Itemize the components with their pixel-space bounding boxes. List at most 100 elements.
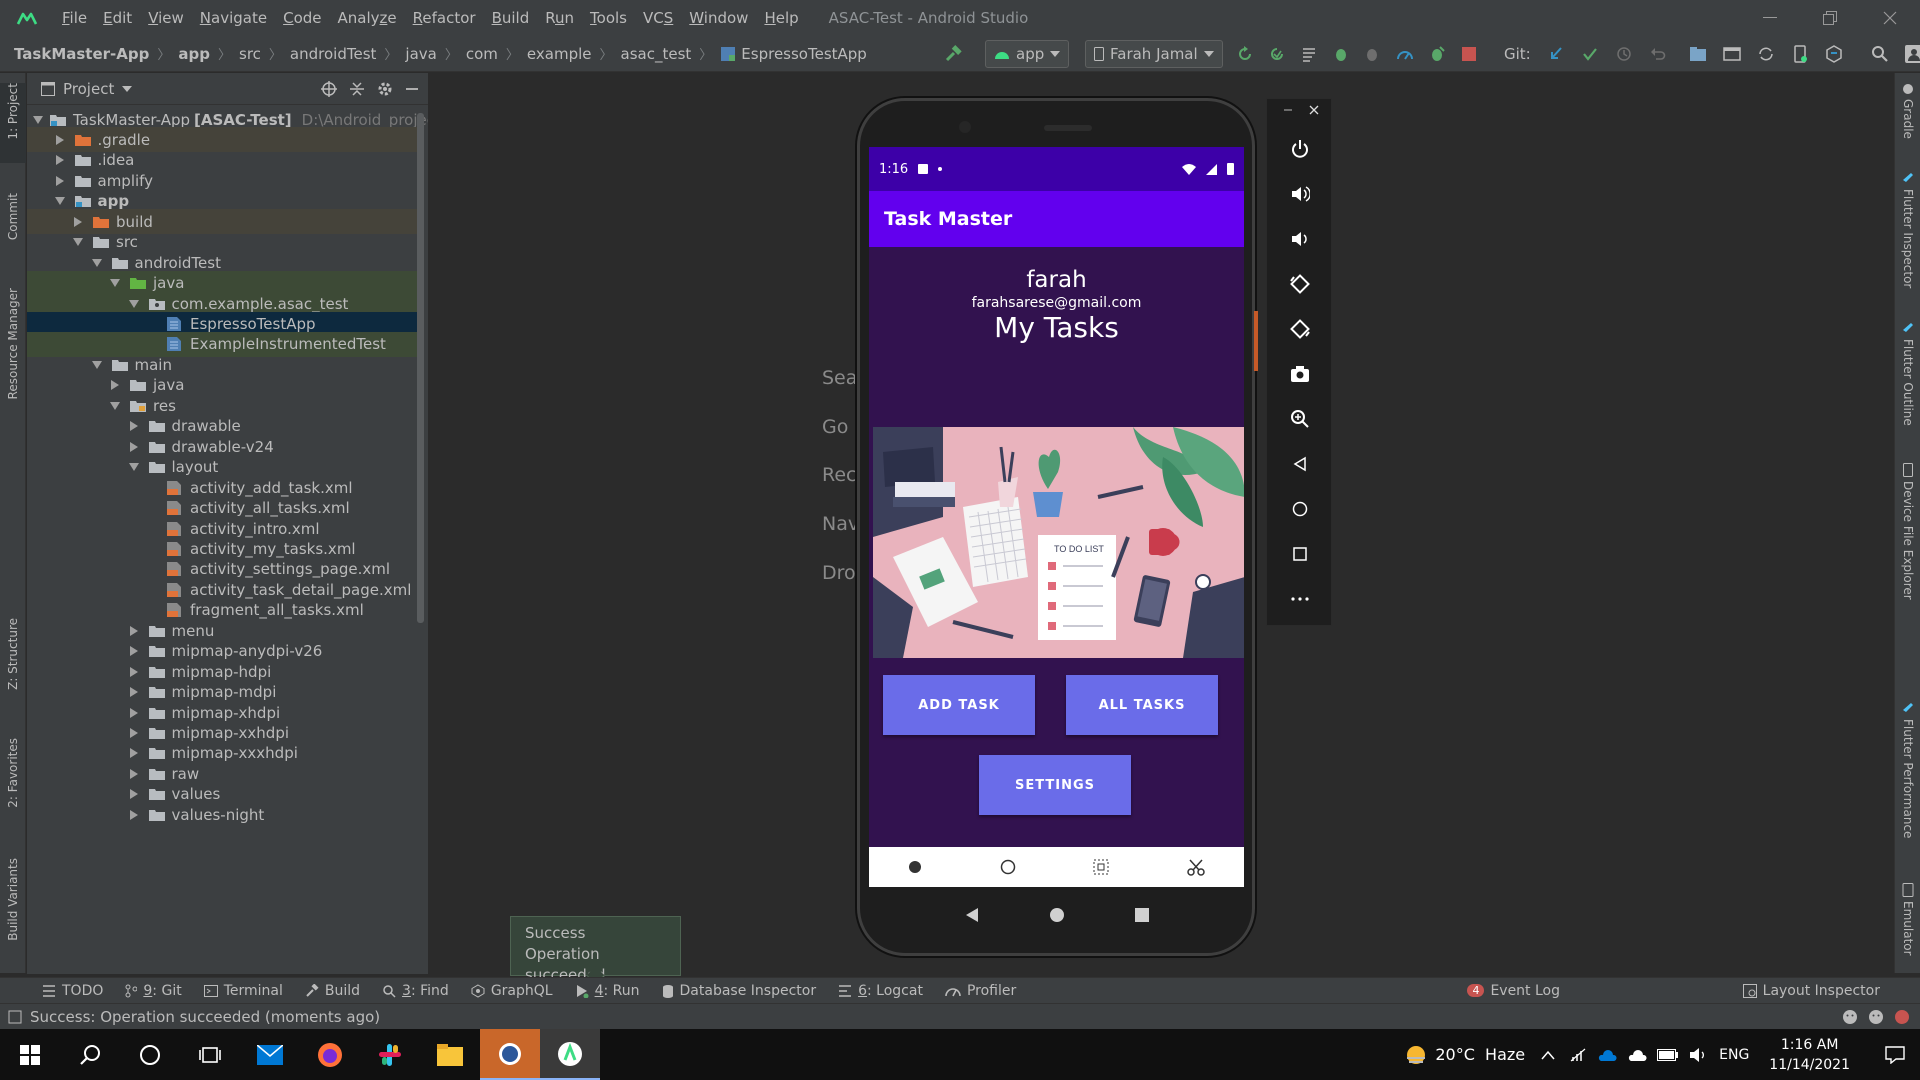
tool-window-tab-git[interactable]: 9: Git (125, 983, 182, 999)
collapsed-arrow-icon[interactable] (52, 152, 68, 168)
tool-window-tab-profiler[interactable]: Profiler (945, 983, 1016, 999)
tree-item[interactable]: values-night (27, 802, 424, 827)
search-icon[interactable] (60, 1029, 120, 1080)
device-select[interactable]: Farah Jamal (1085, 40, 1223, 68)
overview-icon[interactable] (1267, 531, 1333, 576)
tool-tab-gradle[interactable]: Gradle (1895, 83, 1920, 139)
clock[interactable]: 1:16 AM 11/14/2021 (1769, 1035, 1850, 1075)
cortana-icon[interactable] (120, 1029, 180, 1080)
git-rollback-icon[interactable] (1643, 39, 1673, 69)
collapsed-arrow-icon[interactable] (126, 664, 142, 680)
menu-item-vcs[interactable]: VCS (635, 0, 681, 36)
expanded-arrow-icon[interactable] (70, 234, 86, 250)
hide-panel-icon[interactable] (404, 81, 420, 97)
menu-item-build[interactable]: Build (484, 0, 538, 36)
breadcrumb-item[interactable]: example (527, 45, 592, 63)
android-studio-taskbar-icon[interactable] (540, 1029, 600, 1080)
git-update-icon[interactable] (1541, 39, 1571, 69)
tool-tab-structure[interactable]: Z: Structure (0, 618, 26, 690)
project-view-select[interactable]: Project (63, 80, 114, 98)
word-app-icon[interactable] (480, 1029, 540, 1080)
run-config-select[interactable]: app (985, 40, 1070, 68)
record-icon[interactable] (908, 860, 922, 874)
close-icon[interactable] (1860, 0, 1920, 36)
coverage-icon[interactable] (1294, 39, 1324, 69)
weather-text[interactable]: 20°C Haze (1435, 1045, 1525, 1064)
all-tasks-button[interactable]: ALL TASKS (1066, 675, 1218, 735)
firefox-icon[interactable] (300, 1029, 360, 1080)
task-view-icon[interactable] (180, 1029, 240, 1080)
git-history-icon[interactable] (1609, 39, 1639, 69)
tool-window-tab-logcat[interactable]: 6: Logcat (838, 983, 923, 999)
sdk-manager-icon[interactable] (1819, 39, 1849, 69)
add-task-button[interactable]: ADD TASK (883, 675, 1035, 735)
collapsed-arrow-icon[interactable] (52, 173, 68, 189)
project-structure-icon[interactable] (1683, 39, 1713, 69)
menu-item-edit[interactable]: Edit (95, 0, 140, 36)
collapse-all-icon[interactable] (348, 80, 366, 98)
slack-icon[interactable] (360, 1029, 420, 1080)
restore-icon[interactable] (1800, 0, 1860, 36)
settings-button[interactable]: SETTINGS (979, 755, 1131, 815)
device-manager-icon[interactable] (1785, 39, 1815, 69)
language-indicator[interactable]: ENG (1719, 1047, 1749, 1063)
avd-manager-icon[interactable] (1717, 39, 1747, 69)
expanded-arrow-icon[interactable] (107, 275, 123, 291)
breadcrumb-item[interactable]: com (466, 45, 498, 63)
layout-inspector-tab[interactable]: Layout Inspector (1742, 983, 1880, 999)
collapsed-arrow-icon[interactable] (70, 214, 86, 230)
menu-item-code[interactable]: Code (275, 0, 329, 36)
notifications-icon[interactable] (1870, 1029, 1920, 1080)
minimize-icon[interactable] (1740, 0, 1800, 36)
menu-item-navigate[interactable]: Navigate (192, 0, 275, 36)
menu-item-run[interactable]: Run (537, 0, 582, 36)
expanded-arrow-icon[interactable] (126, 459, 142, 475)
back-icon[interactable] (964, 907, 980, 923)
collapsed-arrow-icon[interactable] (126, 807, 142, 823)
volume-up-icon[interactable] (1267, 171, 1333, 216)
tool-tab-build-variants[interactable]: Build Variants (0, 858, 26, 941)
git-commit-icon[interactable] (1575, 39, 1605, 69)
apply-code-changes-icon[interactable] (1262, 39, 1292, 69)
success-toast[interactable]: Success Operation succeeded (510, 916, 681, 984)
collapsed-arrow-icon[interactable] (126, 786, 142, 802)
scissors-icon[interactable] (1187, 858, 1205, 876)
tool-tab-emulator[interactable]: Emulator (1895, 883, 1920, 956)
expanded-arrow-icon[interactable] (89, 357, 105, 373)
collapsed-arrow-icon[interactable] (126, 705, 142, 721)
home-icon[interactable] (1267, 486, 1333, 531)
volume-down-icon[interactable] (1267, 216, 1333, 261)
menu-item-refactor[interactable]: Refactor (405, 0, 484, 36)
breadcrumb-item[interactable]: java (405, 45, 436, 63)
stop-icon[interactable] (1454, 39, 1484, 69)
menu-item-tools[interactable]: Tools (582, 0, 635, 36)
collapsed-arrow-icon[interactable] (126, 623, 142, 639)
rotate-right-icon[interactable] (1267, 306, 1333, 351)
expanded-arrow-icon[interactable] (33, 112, 43, 128)
recents-icon[interactable] (1135, 908, 1150, 922)
tool-tab-flutter-performance[interactable]: Flutter Performance (1895, 703, 1920, 838)
tool-tab-favorites[interactable]: 2: Favorites (0, 738, 26, 808)
attach-process-icon[interactable] (1422, 39, 1452, 69)
apply-changes-restart-icon[interactable] (1230, 39, 1260, 69)
tool-tab-device-file-explorer[interactable]: Device File Explorer (1895, 463, 1920, 600)
tool-tab-flutter-outline[interactable]: Flutter Outline (1895, 323, 1920, 426)
rotate-left-icon[interactable] (1267, 261, 1333, 306)
tool-tab-commit[interactable]: Commit (0, 193, 26, 240)
collapsed-arrow-icon[interactable] (126, 643, 142, 659)
menu-item-analyze[interactable]: Analyze (330, 0, 405, 36)
collapsed-arrow-icon[interactable] (126, 684, 142, 700)
mail-icon[interactable] (240, 1029, 300, 1080)
emulator-minimize-icon[interactable] (1283, 105, 1293, 115)
file-explorer-icon[interactable] (420, 1029, 480, 1080)
windows-start-icon[interactable] (0, 1029, 60, 1080)
account-avatar-icon[interactable] (1899, 39, 1920, 69)
tool-window-tab-todo[interactable]: TODO (42, 983, 103, 999)
profile-icon[interactable] (1390, 39, 1420, 69)
collapsed-arrow-icon[interactable] (52, 132, 68, 148)
screenshot-region-icon[interactable] (1093, 859, 1109, 875)
tool-window-tab-build[interactable]: Build (305, 983, 360, 999)
tool-window-tab-graphql[interactable]: GraphQL (471, 983, 553, 999)
tool-tab-resource-manager[interactable]: Resource Manager (0, 288, 26, 399)
search-icon[interactable] (1865, 39, 1895, 69)
